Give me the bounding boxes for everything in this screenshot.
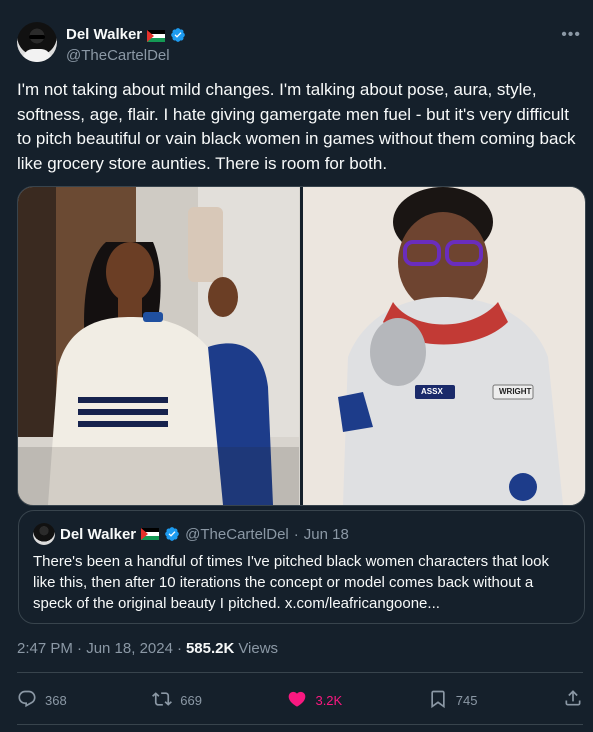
bookmark-button[interactable]: 745	[428, 689, 478, 712]
avatar[interactable]	[17, 22, 57, 62]
reply-count: 368	[45, 692, 67, 708]
quoted-display-name: Del Walker	[60, 525, 137, 543]
reply-button[interactable]: 368	[17, 689, 67, 712]
like-count: 3.2K	[315, 692, 343, 708]
share-button[interactable]	[563, 688, 583, 713]
quoted-date: Jun 18	[303, 525, 349, 543]
bookmark-icon	[428, 689, 448, 712]
photo-right[interactable]: ASSX WRIGHT	[303, 187, 585, 505]
quoted-handle: @TheCartelDel	[185, 525, 289, 543]
quoted-avatar	[33, 523, 55, 545]
quoted-separator: ·	[293, 525, 299, 543]
bookmark-count: 745	[455, 692, 478, 708]
handle[interactable]: @TheCartelDel	[66, 47, 170, 64]
quoted-tweet-header: Del Walker @TheCartelDel · Jun 18	[33, 523, 349, 545]
tweet-meta: 2:47 PM · Jun 18, 2024 · 585.2K Views	[17, 640, 278, 657]
divider-bottom	[17, 724, 583, 725]
tweet-text: I'm not taking about mild changes. I'm t…	[17, 80, 576, 173]
badge-wright: WRIGHT	[499, 387, 532, 396]
meta-separator: ·	[176, 640, 182, 657]
tweet-header: Del Walker @TheCartelDel •••	[17, 20, 587, 68]
display-name[interactable]: Del Walker	[66, 26, 142, 43]
reply-icon	[17, 689, 37, 712]
views-count: 585.2K	[185, 640, 235, 657]
quoted-text: There's been a handful of times I've pit…	[33, 553, 550, 612]
palestine-flag-icon	[141, 528, 160, 540]
like-icon	[287, 689, 307, 712]
timestamp[interactable]: 2:47 PM · Jun 18, 2024	[17, 640, 173, 657]
quoted-tweet[interactable]: Del Walker @TheCartelDel · Jun 18 There'…	[18, 510, 585, 624]
more-icon[interactable]: •••	[561, 26, 581, 44]
media-grid[interactable]: ASSX WRIGHT	[17, 186, 586, 506]
repost-button[interactable]: 669	[152, 689, 202, 712]
repost-count: 669	[180, 692, 202, 708]
views-label: Views	[238, 640, 279, 657]
tweet: Del Walker @TheCartelDel ••• I'm not tak…	[0, 0, 593, 732]
divider-top	[17, 672, 583, 673]
name-row: Del Walker	[66, 26, 186, 43]
palestine-flag-icon	[147, 29, 166, 42]
action-bar: 368 669 3.2K 745	[17, 680, 583, 720]
verified-badge-icon	[164, 526, 180, 542]
like-button[interactable]: 3.2K	[287, 689, 342, 712]
verified-badge-icon	[170, 27, 186, 43]
share-icon	[563, 689, 583, 712]
repost-icon	[152, 689, 173, 712]
photo-left[interactable]	[18, 187, 300, 505]
badge-assx: ASSX	[421, 387, 443, 396]
